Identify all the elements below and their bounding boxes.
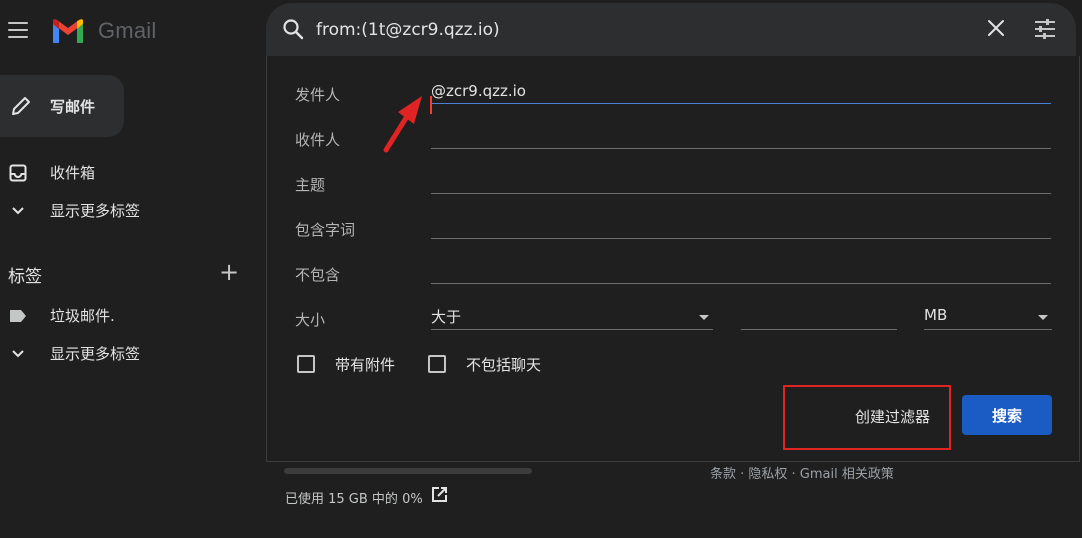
subject-field[interactable] (431, 168, 1051, 194)
search-bar[interactable]: from:(1t@zcr9.qzz.io) (266, 3, 1076, 56)
gmail-m-icon (53, 19, 83, 43)
inbox-icon (8, 164, 28, 182)
from-label: 发件人 (295, 86, 341, 104)
caret-down-icon (699, 315, 709, 320)
caret-down-icon (1038, 315, 1048, 320)
gmail-wordmark: Gmail (98, 18, 157, 43)
sidebar-item-label: 垃圾邮件. (50, 307, 115, 325)
size-compare-value: 大于 (431, 308, 462, 326)
search-icon[interactable] (282, 18, 304, 44)
from-field[interactable] (431, 78, 1051, 104)
size-label: 大小 (295, 311, 326, 329)
plus-icon[interactable]: + (219, 260, 239, 284)
search-button[interactable]: 搜索 (962, 395, 1052, 435)
has-words-label: 包含字词 (295, 221, 356, 239)
to-field[interactable] (431, 123, 1051, 149)
has-attachment-checkbox[interactable] (297, 355, 315, 373)
create-filter-button[interactable]: 创建过滤器 (855, 406, 930, 427)
size-value-field[interactable] (741, 304, 897, 330)
exclude-label: 不包含 (295, 266, 341, 284)
has-attachment-label: 带有附件 (335, 356, 396, 374)
size-compare-select[interactable]: 大于 (431, 304, 713, 330)
sidebar-item-spam[interactable]: 垃圾邮件. (0, 305, 115, 326)
advanced-search-panel: 发件人 收件人 主题 包含字词 不包含 大小 大于 MB 带有附件 不包括聊天 … (266, 56, 1080, 462)
chevron-down-icon (8, 349, 28, 359)
compose-button[interactable]: 写邮件 (0, 75, 124, 137)
gmail-window: Gmail 写邮件 收件箱 显示更多标签 标签 + 垃圾邮件. 显示更多标签 f… (0, 0, 1082, 538)
footer-policy-links[interactable]: 条款 · 隐私权 · Gmail 相关政策 (710, 463, 894, 482)
sidebar-item-label: 显示更多标签 (50, 202, 141, 220)
label-tag-icon (8, 309, 28, 323)
labels-heading: 标签 (8, 267, 42, 287)
chevron-down-icon (8, 206, 28, 216)
tune-icon[interactable] (1033, 18, 1057, 44)
sidebar-more-labels-1[interactable]: 显示更多标签 (0, 200, 140, 221)
gmail-logo[interactable]: Gmail (51, 18, 156, 44)
to-label: 收件人 (295, 131, 341, 149)
storage-usage-text: 已使用 15 GB 中的 0% (285, 492, 423, 507)
storage-progress-bar (284, 468, 532, 474)
pencil-icon (12, 97, 30, 115)
sidebar-item-inbox[interactable]: 收件箱 (0, 162, 95, 183)
size-unit-select[interactable]: MB (924, 304, 1052, 330)
subject-label: 主题 (295, 176, 326, 194)
exclude-field[interactable] (431, 258, 1051, 284)
has-words-field[interactable] (431, 213, 1051, 239)
hamburger-icon[interactable] (8, 22, 28, 38)
size-unit-value: MB (924, 306, 948, 324)
sidebar-item-label: 收件箱 (50, 164, 96, 182)
exclude-chats-checkbox[interactable] (428, 355, 446, 373)
exclude-chats-label: 不包括聊天 (466, 356, 542, 374)
compose-label: 写邮件 (50, 97, 96, 116)
sidebar-item-label: 显示更多标签 (50, 345, 141, 363)
search-input[interactable]: from:(1t@zcr9.qzz.io) (316, 20, 500, 40)
text-cursor (430, 96, 432, 114)
open-in-new-icon[interactable] (430, 486, 448, 508)
sidebar-more-labels-2[interactable]: 显示更多标签 (0, 343, 140, 364)
close-icon[interactable] (986, 18, 1006, 42)
